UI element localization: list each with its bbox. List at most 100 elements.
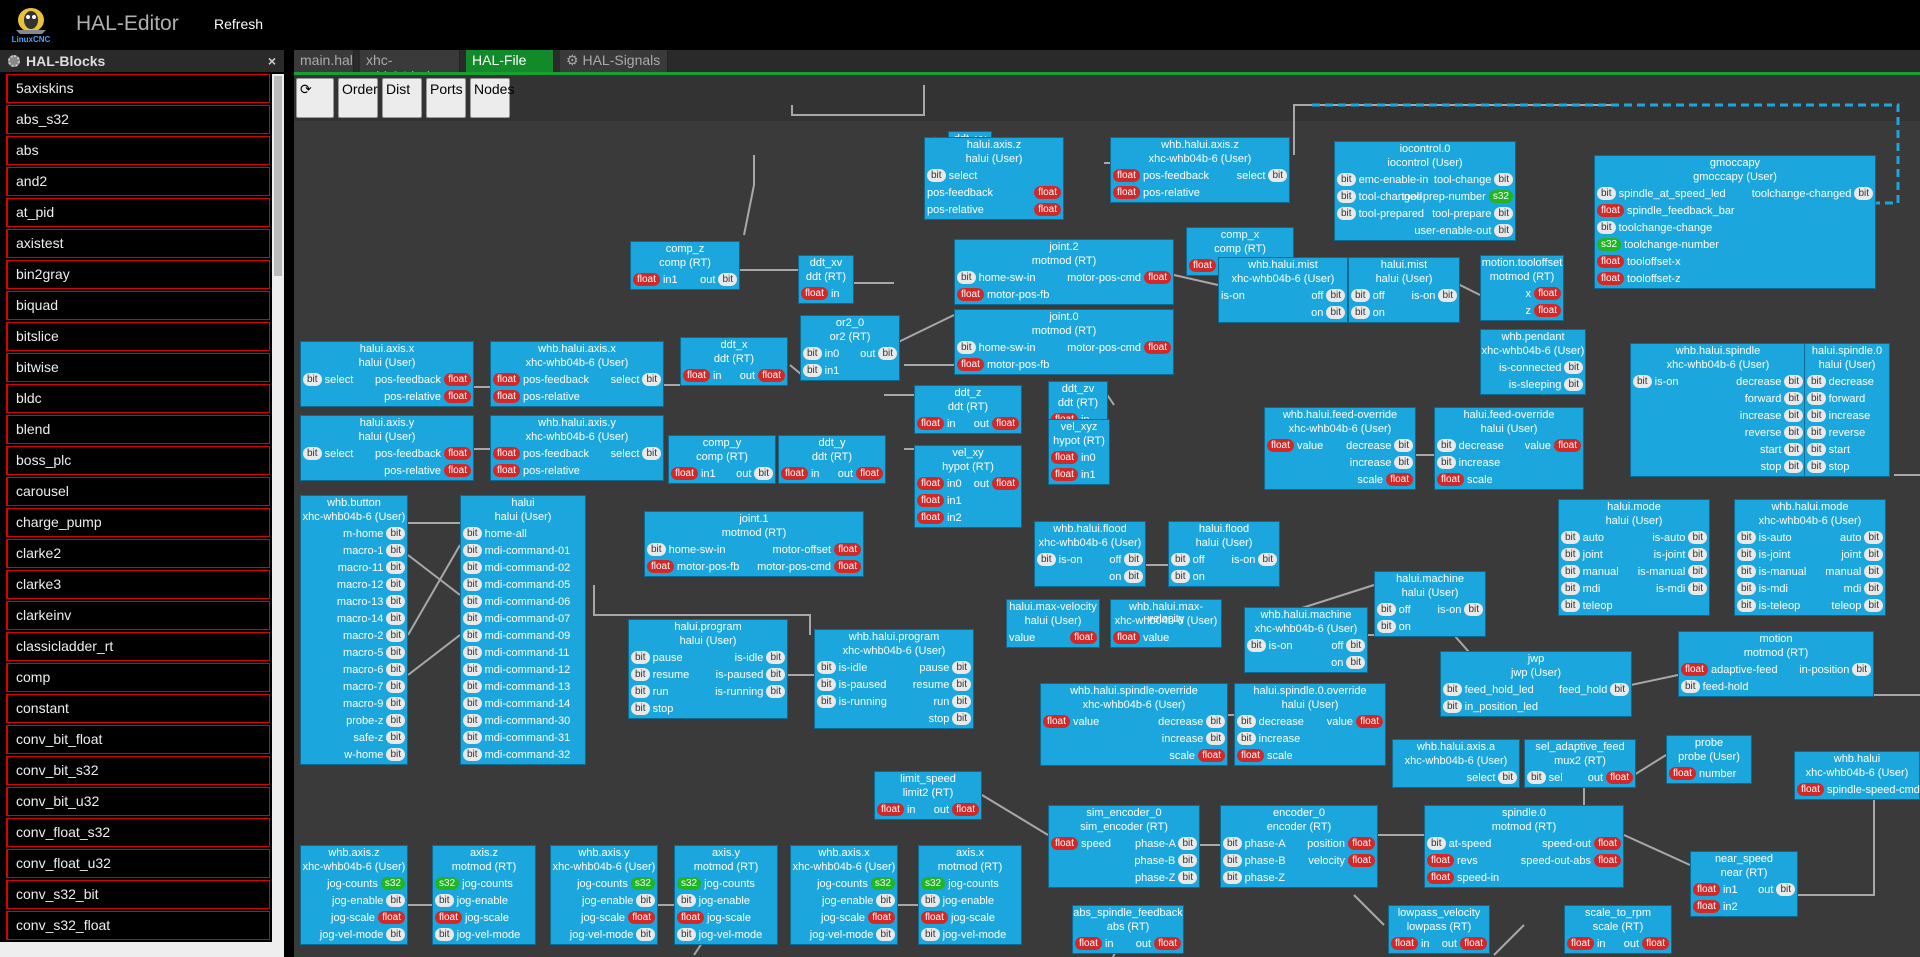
- output-pin[interactable]: value float: [1327, 715, 1383, 729]
- hal-block-item[interactable]: at_pid: [6, 198, 270, 227]
- input-pin[interactable]: bit off: [1171, 553, 1205, 567]
- hal-block[interactable]: ddt_z ddt (RT) float in out float: [914, 385, 1022, 434]
- input-pin[interactable]: bit in_position_led: [1443, 700, 1538, 714]
- input-pin[interactable]: bit sel: [1527, 771, 1563, 785]
- hal-block[interactable]: whb.halui.program xhc-whb04b-6 (User) bit …: [814, 629, 974, 729]
- hal-block[interactable]: halui.axis.x halui (User) bit select pos-fe…: [300, 341, 474, 407]
- input-pin[interactable]: bit is-manual: [1737, 565, 1806, 579]
- output-pin[interactable]: is-connected bit: [1499, 361, 1583, 375]
- output-pin[interactable]: is-mdi bit: [1656, 582, 1707, 596]
- input-pin[interactable]: bit stop: [1807, 460, 1849, 474]
- hal-block[interactable]: limit_speed limit2 (RT) float in out float: [874, 771, 982, 820]
- output-pin[interactable]: out bit: [736, 467, 773, 481]
- output-pin[interactable]: macro-5 bit: [343, 646, 405, 660]
- output-pin[interactable]: tool-change bit: [1434, 173, 1513, 187]
- output-pin[interactable]: x float: [1526, 287, 1561, 301]
- output-pin[interactable]: reverse bit: [1745, 426, 1803, 440]
- input-pin[interactable]: bit mdi-command-14: [463, 697, 570, 711]
- input-pin[interactable]: bit mdi-command-11: [463, 646, 569, 660]
- signal-wire[interactable]: [407, 634, 461, 676]
- horizontal-scrollbar[interactable]: [0, 942, 284, 957]
- input-pin[interactable]: bit phase-Z: [1223, 871, 1285, 885]
- hal-block-item[interactable]: conv_float_u32: [6, 849, 270, 878]
- input-pin[interactable]: bit mdi-command-32: [463, 748, 570, 762]
- hal-block[interactable]: comp_z comp (RT) float in1 out bit: [630, 241, 740, 290]
- signal-wire[interactable]: [791, 85, 925, 116]
- output-pin[interactable]: speed-out-abs float: [1521, 854, 1621, 868]
- output-pin[interactable]: is-sleeping bit: [1509, 378, 1583, 392]
- scrollbar-thumb[interactable]: [274, 76, 282, 276]
- output-pin[interactable]: forward bit: [1745, 392, 1803, 406]
- output-pin[interactable]: manual bit: [1825, 565, 1883, 579]
- output-pin[interactable]: macro-11 bit: [338, 561, 405, 575]
- input-pin[interactable]: bit spindle_at_speed_led: [1597, 187, 1726, 201]
- hal-block-item[interactable]: charge_pump: [6, 508, 270, 537]
- hal-block[interactable]: halui.machine halui (User) bit off is-on bi…: [1374, 571, 1486, 637]
- output-pin[interactable]: select bit: [611, 373, 661, 387]
- input-pin[interactable]: bit emc-enable-in: [1337, 173, 1428, 187]
- input-pin[interactable]: bit in1: [803, 364, 839, 378]
- output-pin[interactable]: velocity float: [1308, 854, 1375, 868]
- hal-block-item[interactable]: clarke3: [6, 570, 270, 599]
- hal-block[interactable]: whb.axis.y xhc-whb04b-6 (User) jog-counts …: [550, 845, 658, 945]
- output-pin[interactable]: tool-prep-number s32: [1401, 190, 1513, 204]
- output-pin[interactable]: is-on bit: [1232, 553, 1277, 567]
- tab-main-hal[interactable]: main.hal: [294, 50, 354, 72]
- input-pin[interactable]: float in: [781, 467, 820, 481]
- input-pin[interactable]: bit pause: [631, 651, 683, 665]
- input-pin[interactable]: float in: [801, 287, 840, 301]
- input-pin[interactable]: float in: [877, 803, 916, 817]
- input-pin[interactable]: bit is-auto: [1737, 531, 1792, 545]
- input-pin[interactable]: bit toolchange-change: [1597, 221, 1712, 235]
- input-pin[interactable]: bit mdi-command-02: [463, 561, 570, 575]
- hal-block[interactable]: whb.halui.spindle xhc-whb04b-6 (User) bit …: [1630, 343, 1806, 477]
- hal-block[interactable]: whb.halui.axis.a xhc-whb04b-6 (User) selec…: [1392, 739, 1520, 788]
- hal-block[interactable]: ddt_y ddt (RT) float in out float: [778, 435, 886, 484]
- output-pin[interactable]: pause bit: [919, 661, 971, 675]
- output-pin[interactable]: jog-vel-mode bit: [570, 928, 655, 942]
- output-pin[interactable]: out float: [974, 477, 1019, 491]
- input-pin[interactable]: bit is-paused: [817, 678, 886, 692]
- output-pin[interactable]: macro-14 bit: [337, 612, 405, 626]
- hal-block[interactable]: whb.halui xhc-whb04b-6 (User) float spindl…: [1794, 751, 1920, 800]
- output-pin[interactable]: stop bit: [1761, 460, 1803, 474]
- input-pin[interactable]: float spindle_feedback_bar: [1597, 204, 1735, 218]
- hal-block-item[interactable]: blend: [6, 415, 270, 444]
- input-pin[interactable]: float in: [917, 417, 956, 431]
- input-pin[interactable]: bit jog-vel-mode: [677, 928, 762, 942]
- output-pin[interactable]: decrease bit: [1158, 715, 1225, 729]
- output-pin[interactable]: macro-12 bit: [337, 578, 405, 592]
- hal-block[interactable]: halui.program halui (User) bit pause is-idl…: [628, 619, 788, 719]
- hal-canvas[interactable]: ⟳OrderDistPortsNodes ddt_yvddt (RT)float…: [294, 75, 1920, 957]
- input-pin[interactable]: bit is-joint: [1737, 548, 1790, 562]
- output-pin[interactable]: pos-relative float: [384, 464, 471, 478]
- input-pin[interactable]: float in1: [633, 273, 678, 287]
- output-pin[interactable]: off bit: [1109, 553, 1143, 567]
- output-pin[interactable]: jog-counts s32: [817, 877, 895, 891]
- input-pin[interactable]: pos-relative: [927, 203, 984, 217]
- output-pin[interactable]: tool-prepare bit: [1432, 207, 1513, 221]
- input-pin[interactable]: is-on: [1221, 289, 1245, 303]
- output-pin[interactable]: increase bit: [1162, 732, 1225, 746]
- output-pin[interactable]: pos-feedback float: [375, 447, 471, 461]
- output-pin[interactable]: out bit: [700, 273, 737, 287]
- output-pin[interactable]: motor-pos-cmd float: [1067, 341, 1171, 355]
- input-pin[interactable]: bit increase: [1237, 732, 1300, 746]
- input-pin[interactable]: float in: [683, 369, 722, 383]
- hal-block[interactable]: axis.x motmod (RT) s32 jog-counts bit jog-e…: [918, 845, 1022, 945]
- hal-block[interactable]: whb.halui.flood xhc-whb04b-6 (User) bit is…: [1034, 521, 1146, 587]
- input-pin[interactable]: bit auto: [1561, 531, 1604, 545]
- output-pin[interactable]: stop bit: [929, 712, 971, 726]
- output-pin[interactable]: on bit: [1311, 306, 1345, 320]
- output-pin[interactable]: out float: [740, 369, 785, 383]
- input-pin[interactable]: float in1: [671, 467, 716, 481]
- input-pin[interactable]: bit decrease: [1437, 439, 1504, 453]
- hal-block-item[interactable]: abs: [6, 136, 270, 165]
- output-pin[interactable]: out bit: [860, 347, 897, 361]
- hal-block[interactable]: halui.axis.z halui (User) bit select pos-f…: [924, 137, 1064, 220]
- input-pin[interactable]: float tooloffset-z: [1597, 272, 1681, 286]
- hal-block[interactable]: comp_y comp (RT) float in1 out bit: [668, 435, 776, 484]
- output-pin[interactable]: jog-enable bit: [582, 894, 655, 908]
- input-pin[interactable]: float value: [1113, 631, 1169, 645]
- output-pin[interactable]: joint bit: [1841, 548, 1883, 562]
